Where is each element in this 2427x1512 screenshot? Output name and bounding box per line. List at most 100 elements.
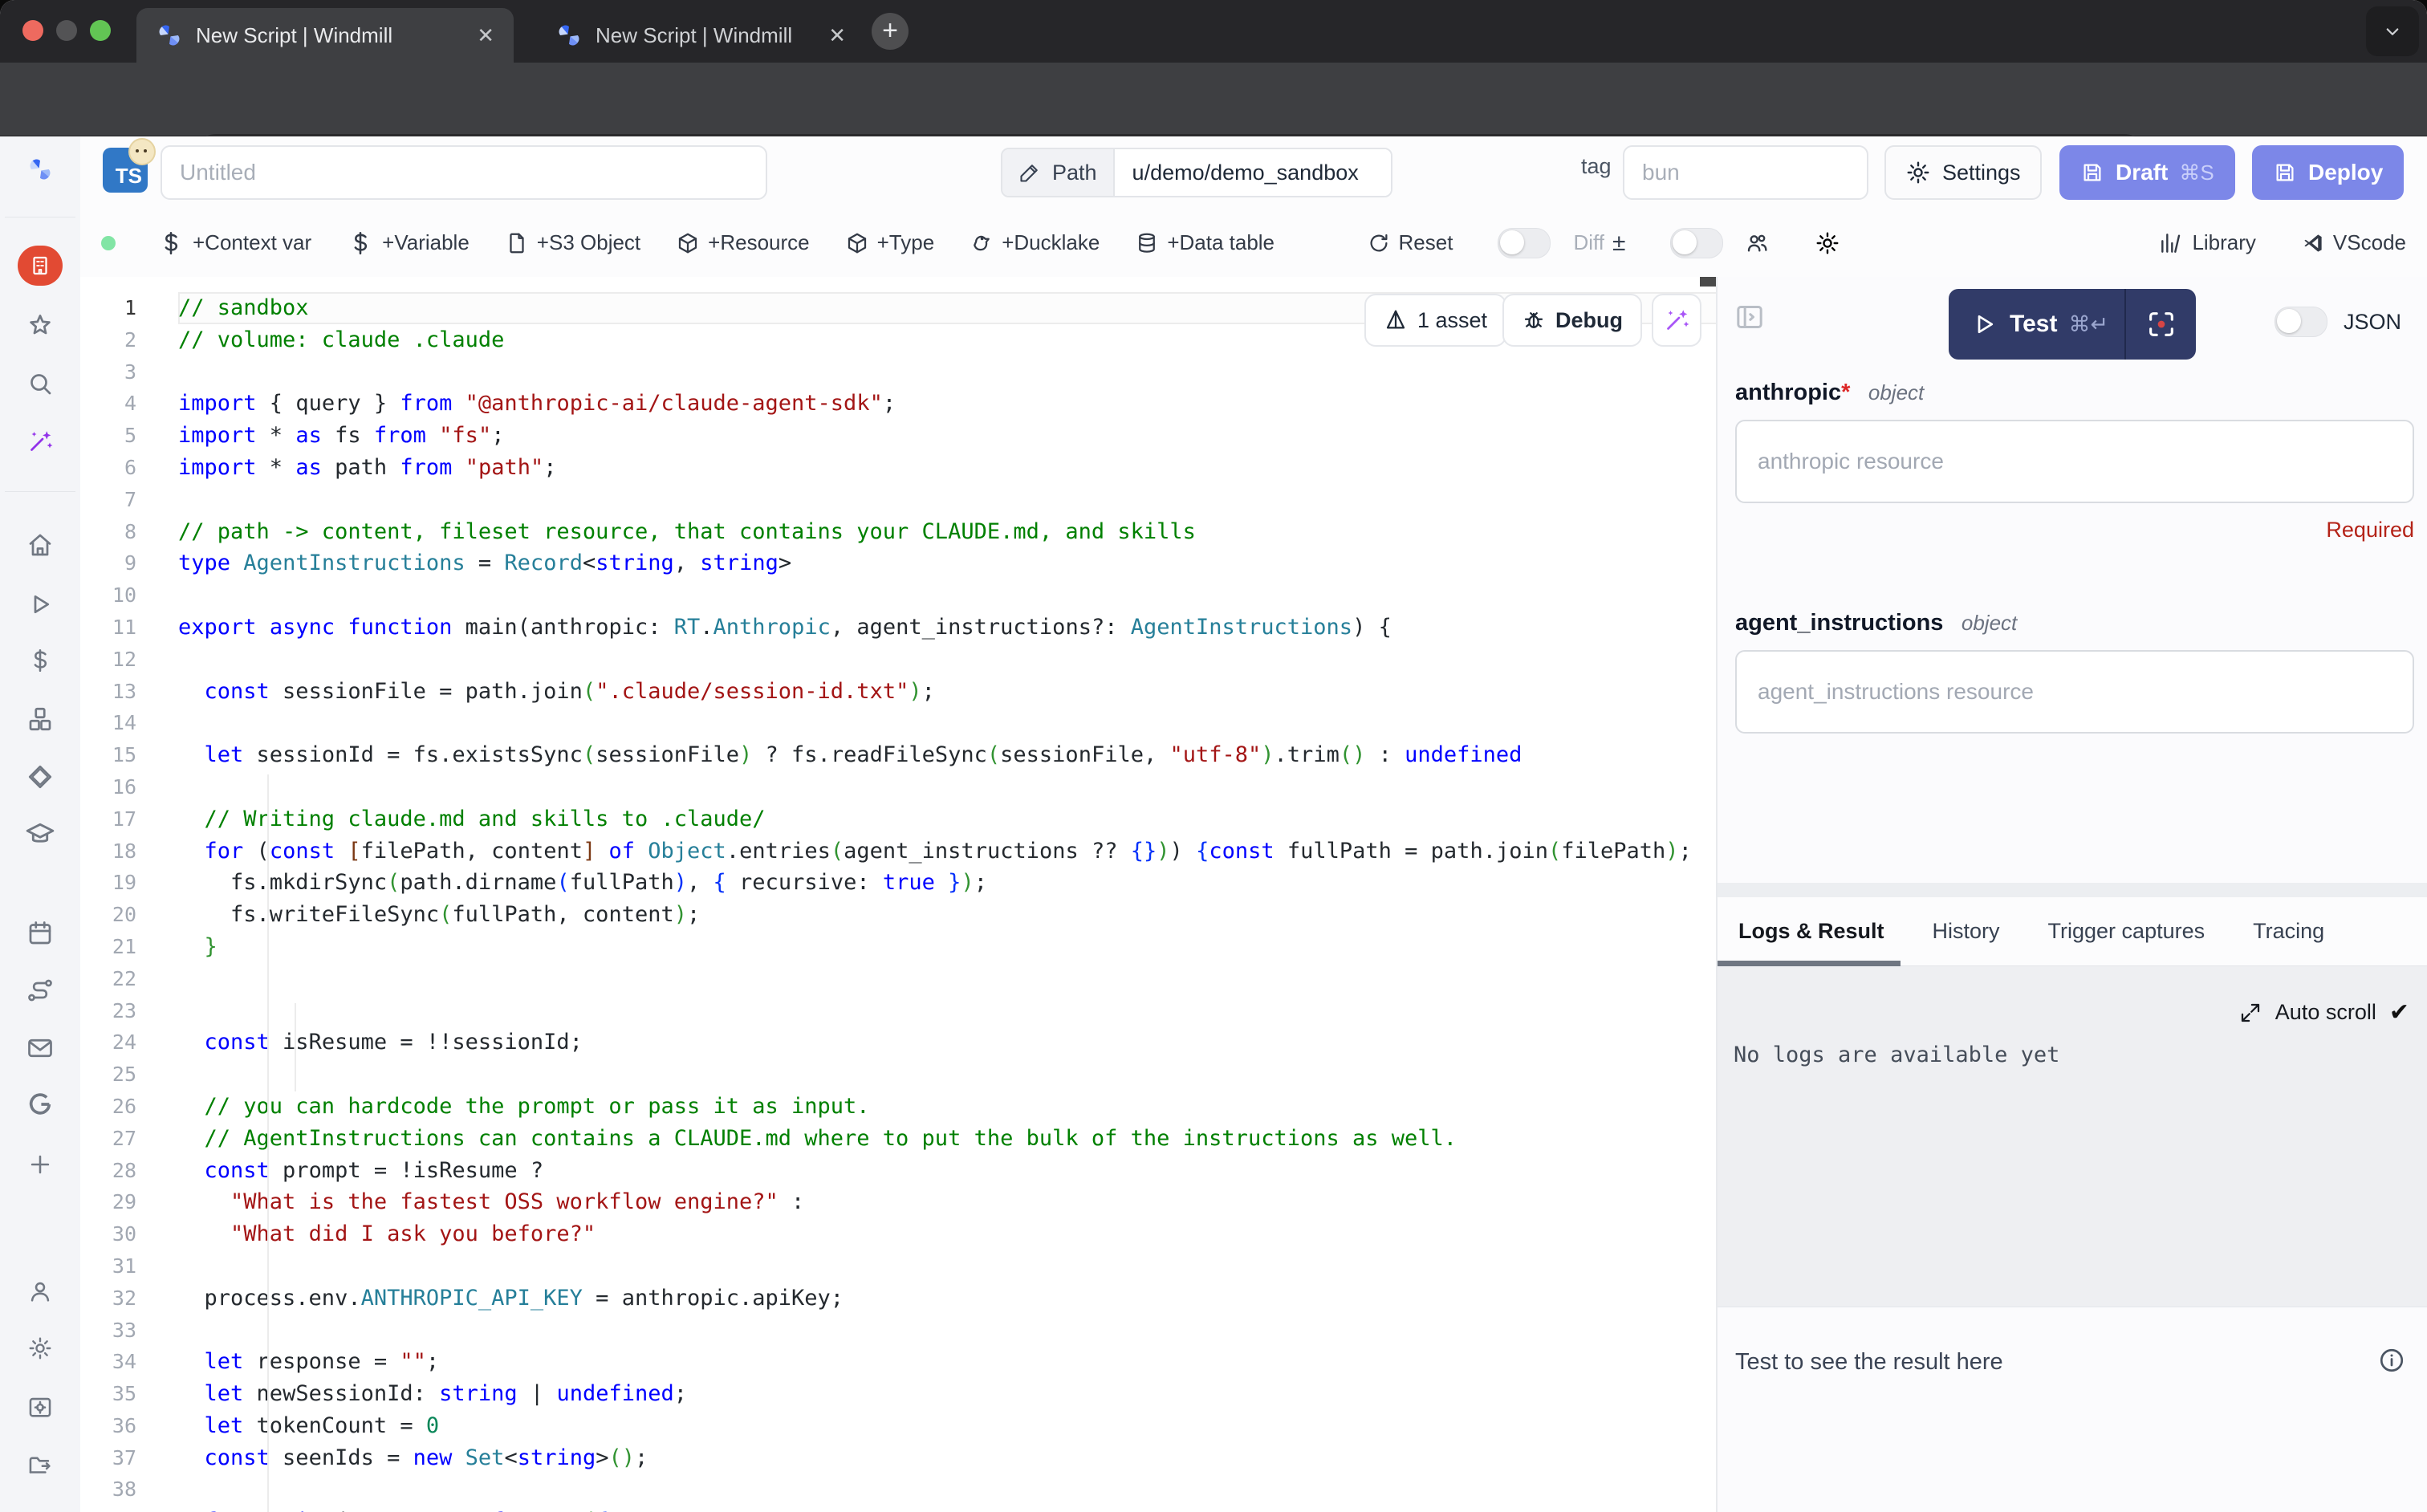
code-line-37[interactable]: const seenIds = new Set<string>(); xyxy=(178,1442,1718,1474)
code-content[interactable]: // sandbox// volume: claude .claudeimpor… xyxy=(178,292,1718,1512)
script-summary-input[interactable]: Untitled xyxy=(161,145,767,200)
code-line-10[interactable] xyxy=(178,579,1718,612)
users-icon[interactable] xyxy=(1744,230,1770,256)
agent-instructions-resource-input[interactable]: agent_instructions resource xyxy=(1735,650,2414,734)
diff-plusminus-icon[interactable]: ± xyxy=(1612,230,1625,257)
info-icon[interactable] xyxy=(2377,1346,2406,1375)
tag-input[interactable]: bun xyxy=(1623,145,1868,200)
toolbar-add-resource[interactable]: +Resource xyxy=(676,230,809,255)
code-line-8[interactable]: // path -> content, fileset resource, th… xyxy=(178,516,1718,548)
panel-menu-icon[interactable] xyxy=(2417,309,2427,335)
toolbar-add-s3object[interactable]: +S3 Object xyxy=(505,230,640,255)
draft-button[interactable]: Draft ⌘S xyxy=(2059,145,2235,200)
code-line-25[interactable] xyxy=(178,1059,1718,1091)
vscode-button[interactable]: VScode xyxy=(2301,230,2406,255)
code-line-16[interactable] xyxy=(178,771,1718,803)
new-tab-button[interactable]: + xyxy=(872,13,909,50)
code-line-14[interactable] xyxy=(178,707,1718,739)
code-line-29[interactable]: "What is the fastest OSS workflow engine… xyxy=(178,1186,1718,1218)
toolbar-add-ducklake[interactable]: +Ducklake xyxy=(970,230,1100,255)
code-line-11[interactable]: export async function main(anthropic: RT… xyxy=(178,612,1718,644)
calendar-icon[interactable] xyxy=(0,919,80,948)
code-line-30[interactable]: "What did I ask you before?" xyxy=(178,1218,1718,1250)
editor-scrollbar-thumb[interactable] xyxy=(1700,277,1718,287)
path-value[interactable]: u/demo/demo_sandbox xyxy=(1115,149,1391,196)
code-line-17[interactable]: // Writing claude.md and skills to .clau… xyxy=(178,803,1718,835)
code-line-36[interactable]: let tokenCount = 0 xyxy=(178,1410,1718,1442)
panel-resize-handle[interactable] xyxy=(1718,883,2427,897)
google-icon[interactable] xyxy=(0,1091,80,1118)
collapse-sidebar-icon[interactable] xyxy=(0,1452,80,1479)
variables-icon[interactable] xyxy=(0,647,80,674)
reset-button[interactable]: Reset xyxy=(1367,230,1453,255)
code-line-35[interactable]: let newSessionId: string | undefined; xyxy=(178,1378,1718,1410)
runs-icon[interactable] xyxy=(0,590,80,619)
code-line-33[interactable] xyxy=(178,1315,1718,1347)
schedules-icon[interactable] xyxy=(0,762,80,791)
close-tab-icon[interactable]: ✕ xyxy=(828,23,846,48)
code-line-23[interactable] xyxy=(178,995,1718,1027)
tab-trigger-captures[interactable]: Trigger captures xyxy=(2048,919,2205,944)
editor-settings-icon[interactable] xyxy=(1815,230,1840,256)
path-control[interactable]: Path u/demo/demo_sandbox xyxy=(1001,148,1392,197)
code-line-6[interactable]: import * as path from "path"; xyxy=(178,452,1718,484)
flows-icon[interactable] xyxy=(0,976,80,1005)
close-tab-icon[interactable]: ✕ xyxy=(477,23,494,48)
debug-button[interactable]: Debug xyxy=(1502,294,1642,347)
toolbar-add-variable[interactable]: +Variable xyxy=(347,230,470,257)
minimize-window-button[interactable] xyxy=(56,20,77,41)
code-line-34[interactable]: let response = ""; xyxy=(178,1346,1718,1378)
toolbar-add-type[interactable]: +Type xyxy=(845,230,935,255)
workspace-badge[interactable] xyxy=(18,246,63,286)
zoom-window-button[interactable] xyxy=(90,20,111,41)
workspace-settings-icon[interactable] xyxy=(0,1393,80,1421)
code-line-3[interactable] xyxy=(178,356,1718,388)
code-line-20[interactable]: fs.writeFileSync(fullPath, content); xyxy=(178,899,1718,931)
browser-tab-active[interactable]: New Script | Windmill ✕ xyxy=(136,8,514,63)
library-button[interactable]: Library xyxy=(2158,230,2255,256)
code-line-7[interactable] xyxy=(178,484,1718,516)
tab-search-button[interactable] xyxy=(2366,6,2419,56)
tab-history[interactable]: History xyxy=(1933,919,2000,944)
code-line-32[interactable]: process.env.ANTHROPIC_API_KEY = anthropi… xyxy=(178,1282,1718,1315)
code-line-26[interactable]: // you can hardcode the prompt or pass i… xyxy=(178,1091,1718,1123)
account-icon[interactable] xyxy=(0,1278,80,1305)
settings-icon[interactable] xyxy=(0,1335,80,1361)
code-line-24[interactable]: const isResume = !!sessionId; xyxy=(178,1026,1718,1059)
checkmark-icon[interactable]: ✔ xyxy=(2389,998,2409,1026)
code-line-22[interactable] xyxy=(178,963,1718,995)
resources-icon[interactable] xyxy=(0,705,80,734)
code-line-21[interactable]: } xyxy=(178,931,1718,963)
settings-button[interactable]: Settings xyxy=(1884,145,2042,200)
toolbar-add-datatable[interactable]: +Data table xyxy=(1135,230,1274,255)
anthropic-resource-input[interactable]: anthropic resource xyxy=(1735,420,2414,503)
code-line-12[interactable] xyxy=(178,644,1718,676)
code-line-39[interactable]: for await (const msg of query({ xyxy=(178,1506,1718,1512)
tab-logs-result[interactable]: Logs & Result xyxy=(1738,919,1884,944)
diff-toggle[interactable] xyxy=(1498,228,1551,258)
windmill-logo[interactable] xyxy=(0,156,80,183)
edit-path-icon[interactable] xyxy=(1018,161,1041,184)
assets-button[interactable]: 1 asset xyxy=(1364,294,1506,347)
code-line-27[interactable]: // AgentInstructions can contains a CLAU… xyxy=(178,1123,1718,1155)
mail-icon[interactable] xyxy=(0,1034,80,1063)
code-line-4[interactable]: import { query } from "@anthropic-ai/cla… xyxy=(178,388,1718,420)
code-line-18[interactable]: for (const [filePath, content] of Object… xyxy=(178,835,1718,868)
tab-tracing[interactable]: Tracing xyxy=(2253,919,2324,944)
search-icon[interactable] xyxy=(0,369,80,398)
watch-mode-button[interactable] xyxy=(2126,308,2196,340)
json-toggle[interactable] xyxy=(2275,307,2327,337)
test-button[interactable]: Test ⌘↵ xyxy=(1949,289,2196,360)
code-line-15[interactable]: let sessionId = fs.existsSync(sessionFil… xyxy=(178,739,1718,771)
code-line-19[interactable]: fs.mkdirSync(path.dirname(fullPath), { r… xyxy=(178,867,1718,899)
multiplayer-toggle[interactable] xyxy=(1670,228,1723,258)
code-line-38[interactable] xyxy=(178,1473,1718,1506)
home-icon[interactable] xyxy=(0,530,80,559)
code-line-5[interactable]: import * as fs from "fs"; xyxy=(178,420,1718,452)
favorites-icon[interactable] xyxy=(0,311,80,340)
close-window-button[interactable] xyxy=(22,20,43,41)
browser-tab-inactive[interactable]: New Script | Windmill ✕ xyxy=(536,8,865,63)
add-icon[interactable] xyxy=(0,1151,80,1178)
toolbar-add-contextvar[interactable]: +Context var xyxy=(157,230,311,257)
autoscroll-control[interactable]: Auto scroll ✔ xyxy=(2238,998,2409,1026)
